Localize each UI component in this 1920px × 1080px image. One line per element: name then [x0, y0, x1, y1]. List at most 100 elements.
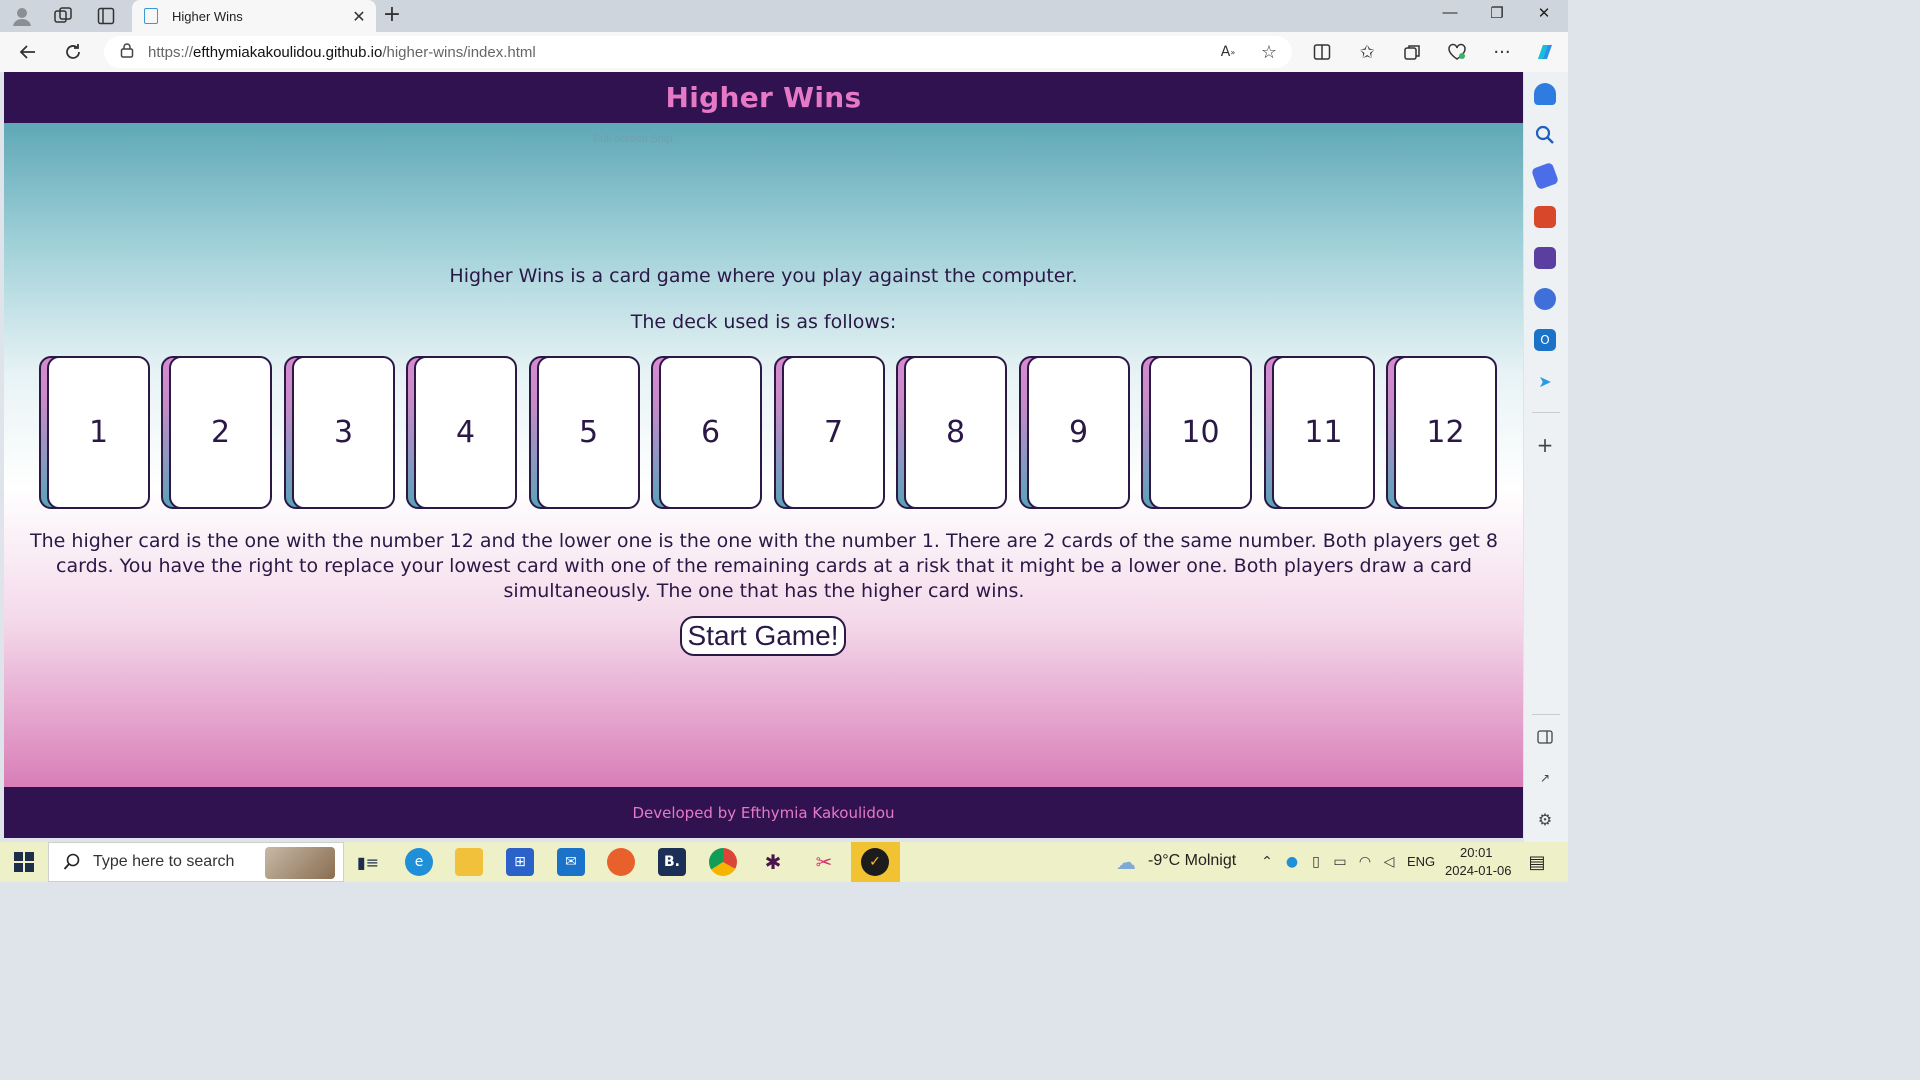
url-prefix: https://	[148, 43, 194, 61]
card: 6	[651, 356, 762, 509]
copilot-icon[interactable]	[1533, 40, 1557, 64]
favorite-star-icon[interactable]: ☆	[1257, 40, 1281, 64]
weather-text[interactable]: -9°C Molnigt	[1148, 852, 1236, 870]
lock-icon[interactable]	[120, 42, 134, 62]
card-value: 2	[169, 356, 272, 509]
notification-center-icon[interactable]: ▤	[1523, 848, 1551, 876]
card-value: 9	[1027, 356, 1130, 509]
sidebar-divider	[1532, 714, 1560, 715]
site-footer: Developed by Efthymia Kakoulidou	[4, 787, 1523, 838]
tab-higher-wins[interactable]: Higher Wins ✕	[132, 0, 376, 32]
card: 12	[1386, 356, 1497, 509]
taskbar-search-input[interactable]: Type here to search	[48, 842, 344, 882]
windows-taskbar: Type here to search ▮≡ e ⊞ ✉ B. ✱ ✂ ✓ ☁ …	[0, 842, 1568, 882]
chrome-icon[interactable]	[709, 848, 737, 876]
back-arrow-icon[interactable]	[16, 40, 40, 64]
deck-cards: 1 2 3 4 5 6 7 8 9 10 11 12	[39, 356, 1499, 509]
favorites-icon[interactable]: ✩	[1355, 40, 1379, 64]
store-icon[interactable]: ⊞	[506, 848, 534, 876]
deck-intro-text: The deck used is as follows:	[630, 311, 897, 333]
outlook-icon[interactable]: O	[1534, 329, 1556, 351]
card-value: 12	[1394, 356, 1497, 509]
search-placeholder: Type here to search	[93, 853, 235, 870]
minimize-button[interactable]: —	[1438, 4, 1462, 28]
tab-title: Higher Wins	[172, 8, 243, 24]
url-path: /higher-wins/index.html	[382, 43, 536, 61]
read-aloud-icon[interactable]: A»	[1216, 40, 1240, 64]
chevron-up-icon[interactable]: ⌃	[1253, 848, 1281, 876]
card: 3	[284, 356, 395, 509]
send-icon[interactable]: ➤	[1534, 370, 1556, 392]
card-value: 11	[1272, 356, 1375, 509]
card: 4	[406, 356, 517, 509]
card: 11	[1264, 356, 1375, 509]
card: 10	[1141, 356, 1252, 509]
edge-app-icon[interactable]: e	[405, 848, 433, 876]
clock-time[interactable]: 20:01	[1460, 845, 1493, 860]
hide-sidebar-icon[interactable]	[1534, 726, 1556, 748]
restore-button[interactable]: ❐	[1485, 4, 1509, 28]
start-game-button[interactable]: Start Game!	[680, 616, 846, 656]
microsoft-365-icon[interactable]	[1534, 288, 1556, 310]
address-bar[interactable]: https://efthymiakakoulidou.github.io/hig…	[104, 36, 1292, 68]
shopping-tag-icon[interactable]	[1530, 161, 1560, 191]
sidebar-divider	[1532, 412, 1560, 413]
new-tab-button[interactable]: +	[380, 4, 404, 28]
profile-icon[interactable]	[10, 4, 34, 28]
sidebar-settings-gear-icon[interactable]: ⚙	[1534, 808, 1556, 830]
close-window-button[interactable]: ✕	[1532, 4, 1556, 28]
task-view-icon[interactable]: ▮≡	[354, 848, 382, 876]
firefox-icon[interactable]	[607, 848, 635, 876]
workspaces-icon[interactable]	[51, 4, 75, 28]
site-header: Higher Wins	[4, 72, 1523, 123]
browser-essentials-icon[interactable]	[1445, 40, 1469, 64]
browser-tab-bar: Higher Wins ✕ + — ❐ ✕	[0, 0, 1568, 32]
battery-icon[interactable]: ▭	[1326, 848, 1354, 876]
close-tab-icon[interactable]: ✕	[350, 7, 368, 26]
refresh-icon[interactable]	[61, 40, 85, 64]
card-value: 5	[537, 356, 640, 509]
snipping-tool-icon[interactable]: ✂	[810, 848, 838, 876]
games-icon[interactable]	[1534, 247, 1556, 269]
windows-start-icon[interactable]	[10, 848, 38, 876]
mail-icon[interactable]: ✉	[557, 848, 585, 876]
card-value: 7	[782, 356, 885, 509]
search-icon	[63, 853, 80, 870]
edge-sidebar: O ➤ + ↗ ⚙	[1524, 72, 1568, 842]
card-value: 4	[414, 356, 517, 509]
clock-date[interactable]: 2024-01-06	[1445, 863, 1512, 878]
card: 5	[529, 356, 640, 509]
page-title: Higher Wins	[665, 81, 862, 114]
notifications-bell-icon[interactable]	[1534, 83, 1556, 105]
footer-credit: Developed by Efthymia Kakoulidou	[632, 803, 895, 822]
weather-cloud-icon[interactable]: ☁	[1112, 848, 1140, 876]
card: 2	[161, 356, 272, 509]
open-external-icon[interactable]: ↗	[1534, 767, 1556, 789]
language-indicator[interactable]: ENG	[1407, 854, 1435, 869]
add-icon[interactable]: +	[1534, 433, 1556, 457]
card: 8	[896, 356, 1007, 509]
b-app-icon[interactable]: B.	[658, 848, 686, 876]
todo-check-icon[interactable]: ✓	[861, 848, 889, 876]
card-value: 1	[47, 356, 150, 509]
url-text[interactable]: https://efthymiakakoulidou.github.io/hig…	[148, 44, 536, 61]
snip-overlay-label: Full-screen Snip	[593, 133, 673, 145]
settings-more-icon[interactable]: ···	[1490, 40, 1514, 64]
card: 1	[39, 356, 150, 509]
card-value: 6	[659, 356, 762, 509]
card-value: 8	[904, 356, 1007, 509]
browser-nav-bar: https://efthymiakakoulidou.github.io/hig…	[0, 32, 1568, 72]
split-screen-icon[interactable]	[1310, 40, 1334, 64]
main-content: Full-screen Snip Higher Wins is a card g…	[4, 123, 1523, 787]
tab-actions-icon[interactable]	[94, 4, 118, 28]
slack-icon[interactable]: ✱	[759, 848, 787, 876]
file-explorer-icon[interactable]	[455, 848, 483, 876]
search-icon[interactable]	[1534, 124, 1556, 146]
card: 7	[774, 356, 885, 509]
tools-icon[interactable]	[1534, 206, 1556, 228]
volume-icon[interactable]: ◁	[1375, 848, 1403, 876]
collections-icon[interactable]	[1400, 40, 1424, 64]
page-viewport: Higher Wins Full-screen Snip Higher Wins…	[4, 72, 1523, 838]
intro-text: Higher Wins is a card game where you pla…	[449, 265, 1078, 287]
rules-text: The higher card is the one with the numb…	[30, 530, 1498, 602]
